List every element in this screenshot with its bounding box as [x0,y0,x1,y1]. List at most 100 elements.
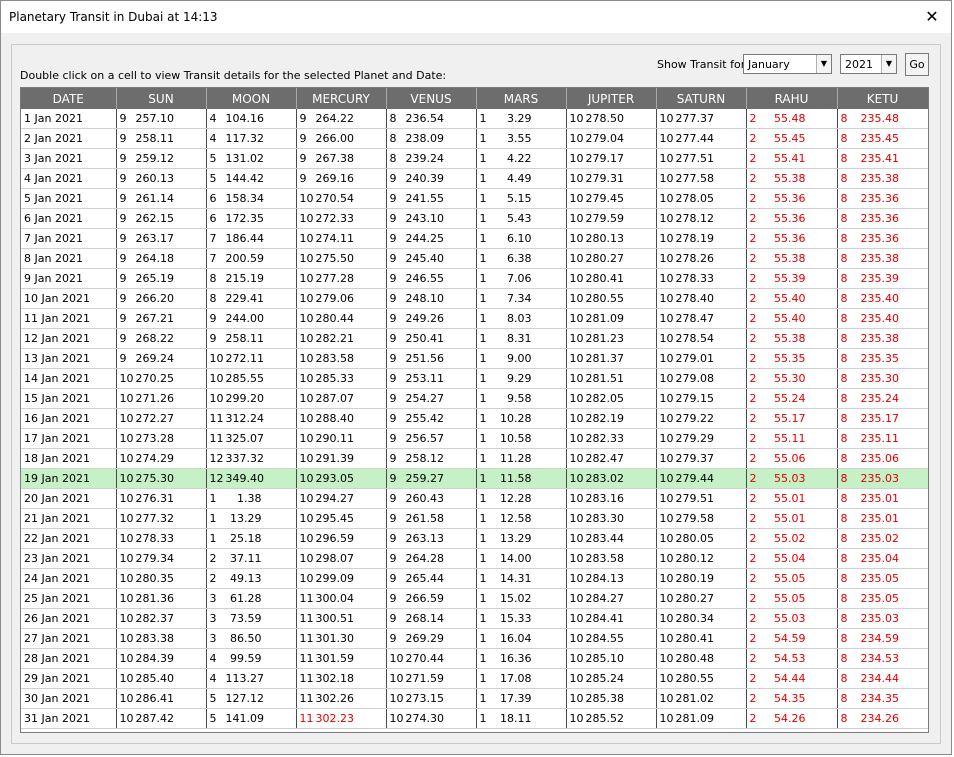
moon-cell[interactable]: 3 73.59 [206,608,297,629]
mars-cell[interactable]: 1 6.10 [476,228,567,249]
jupiter-cell[interactable]: 10 283.44 [566,528,657,549]
ketu-cell[interactable]: 8 235.02 [837,528,928,549]
date-cell[interactable]: 13 Jan 2021 [21,348,117,369]
saturn-cell[interactable]: 10 279.22 [656,408,747,429]
jupiter-cell[interactable]: 10 279.45 [566,188,657,209]
mars-cell[interactable]: 1 8.31 [476,328,567,349]
sun-cell[interactable]: 10 273.28 [116,428,207,449]
table-row[interactable]: 22 Jan 2021 10 278.33 1 25.18 10 296.59 9 263.13… [21,528,928,549]
ketu-cell[interactable]: 8 235.05 [837,568,928,589]
table-row[interactable]: 10 Jan 2021 9 266.20 8 229.41 10 279.06 9 248.10… [21,288,928,309]
moon-cell[interactable]: 10 285.55 [206,368,297,389]
moon-cell[interactable]: 10 299.20 [206,388,297,409]
column-header-jupiter[interactable]: JUPITER [566,88,657,109]
moon-cell[interactable]: 2 37.11 [206,548,297,569]
mars-cell[interactable]: 1 16.04 [476,628,567,649]
mars-cell[interactable]: 1 12.28 [476,488,567,509]
column-header-mars[interactable]: MARS [476,88,567,109]
moon-cell[interactable]: 5 131.02 [206,148,297,169]
moon-cell[interactable]: 4 99.59 [206,648,297,669]
rahu-cell[interactable]: 2 54.44 [746,668,838,689]
jupiter-cell[interactable]: 10 279.31 [566,168,657,189]
table-row[interactable]: 23 Jan 2021 10 279.34 2 37.11 10 298.07 9 264.28… [21,548,928,569]
table-row[interactable]: 6 Jan 2021 9 262.15 6 172.35 10 272.33 9 243.10 1… [21,208,928,229]
jupiter-cell[interactable]: 10 280.55 [566,288,657,309]
venus-cell[interactable]: 9 256.57 [386,428,477,449]
mercury-cell[interactable]: 10 294.27 [296,488,387,509]
rahu-cell[interactable]: 2 54.35 [746,688,838,709]
ketu-cell[interactable]: 8 235.40 [837,308,928,329]
go-button[interactable]: Go [905,53,929,76]
sun-cell[interactable]: 9 268.22 [116,328,207,349]
mercury-cell[interactable]: 10 298.07 [296,548,387,569]
rahu-cell[interactable]: 2 55.30 [746,368,838,389]
moon-cell[interactable]: 5 141.09 [206,708,297,729]
rahu-cell[interactable]: 2 55.36 [746,228,838,249]
jupiter-cell[interactable]: 10 284.41 [566,608,657,629]
venus-cell[interactable]: 8 238.09 [386,128,477,149]
moon-cell[interactable]: 12 349.40 [206,468,297,489]
ketu-cell[interactable]: 8 235.03 [837,608,928,629]
sun-cell[interactable]: 10 274.29 [116,448,207,469]
mercury-cell[interactable]: 11 300.04 [296,588,387,609]
moon-cell[interactable]: 1 13.29 [206,508,297,529]
sun-cell[interactable]: 9 263.17 [116,228,207,249]
ketu-cell[interactable]: 8 235.36 [837,188,928,209]
table-row[interactable]: 12 Jan 2021 9 268.22 9 258.11 10 282.21 9 250.41… [21,328,928,349]
moon-cell[interactable]: 1 1.38 [206,488,297,509]
mercury-cell[interactable]: 10 285.33 [296,368,387,389]
ketu-cell[interactable]: 8 235.38 [837,248,928,269]
chevron-down-icon[interactable]: ▼ [816,55,831,73]
jupiter-cell[interactable]: 10 285.24 [566,668,657,689]
mars-cell[interactable]: 1 9.29 [476,368,567,389]
rahu-cell[interactable]: 2 55.45 [746,128,838,149]
ketu-cell[interactable]: 8 235.30 [837,368,928,389]
venus-cell[interactable]: 10 270.44 [386,648,477,669]
saturn-cell[interactable]: 10 277.51 [656,148,747,169]
mars-cell[interactable]: 1 11.58 [476,468,567,489]
mercury-cell[interactable]: 9 267.38 [296,148,387,169]
mars-cell[interactable]: 1 4.49 [476,168,567,189]
date-cell[interactable]: 27 Jan 2021 [21,628,117,649]
saturn-cell[interactable]: 10 280.19 [656,568,747,589]
rahu-cell[interactable]: 2 55.02 [746,528,838,549]
sun-cell[interactable]: 10 272.27 [116,408,207,429]
table-row[interactable]: 18 Jan 2021 10 274.29 12 337.32 10 291.39 9 258.… [21,448,928,469]
ketu-cell[interactable]: 8 235.04 [837,548,928,569]
saturn-cell[interactable]: 10 280.55 [656,668,747,689]
venus-cell[interactable]: 8 236.54 [386,109,477,129]
mars-cell[interactable]: 1 9.00 [476,348,567,369]
sun-cell[interactable]: 10 282.37 [116,608,207,629]
table-row[interactable]: 28 Jan 2021 10 284.39 4 99.59 11 301.59 10 270.4… [21,648,928,669]
saturn-cell[interactable]: 10 279.08 [656,368,747,389]
column-header-sun[interactable]: SUN [116,88,207,109]
rahu-cell[interactable]: 2 55.17 [746,408,838,429]
sun-cell[interactable]: 10 283.38 [116,628,207,649]
sun-cell[interactable]: 9 261.14 [116,188,207,209]
jupiter-cell[interactable]: 10 281.23 [566,328,657,349]
sun-cell[interactable]: 9 269.24 [116,348,207,369]
rahu-cell[interactable]: 2 55.40 [746,308,838,329]
mars-cell[interactable]: 1 4.22 [476,148,567,169]
table-row[interactable]: 8 Jan 2021 9 264.18 7 200.59 10 275.50 9 245.40 1… [21,248,928,269]
jupiter-cell[interactable]: 10 282.19 [566,408,657,429]
mars-cell[interactable]: 1 7.34 [476,288,567,309]
saturn-cell[interactable]: 10 278.12 [656,208,747,229]
column-header-date[interactable]: DATE [21,88,117,109]
ketu-cell[interactable]: 8 235.36 [837,208,928,229]
rahu-cell[interactable]: 2 55.38 [746,248,838,269]
venus-cell[interactable]: 9 264.28 [386,548,477,569]
date-cell[interactable]: 5 Jan 2021 [21,188,117,209]
rahu-cell[interactable]: 2 54.59 [746,628,838,649]
ketu-cell[interactable]: 8 235.35 [837,348,928,369]
venus-cell[interactable]: 10 274.30 [386,708,477,729]
mars-cell[interactable]: 1 7.06 [476,268,567,289]
jupiter-cell[interactable]: 10 279.17 [566,148,657,169]
table-row[interactable]: 15 Jan 2021 10 271.26 10 299.20 10 287.07 9 254.… [21,388,928,409]
moon-cell[interactable]: 6 172.35 [206,208,297,229]
venus-cell[interactable]: 9 265.44 [386,568,477,589]
rahu-cell[interactable]: 2 54.26 [746,708,838,729]
ketu-cell[interactable]: 8 235.48 [837,109,928,129]
saturn-cell[interactable]: 10 279.01 [656,348,747,369]
jupiter-cell[interactable]: 10 283.02 [566,468,657,489]
